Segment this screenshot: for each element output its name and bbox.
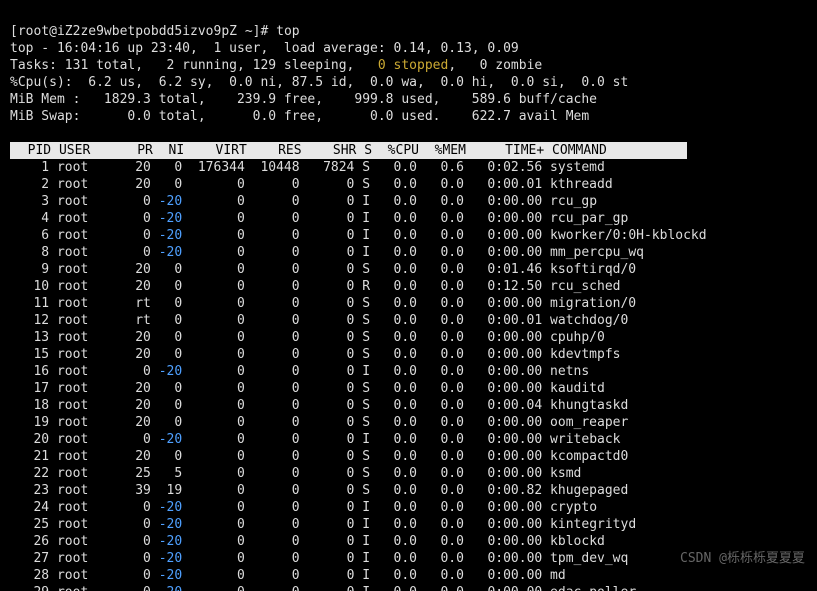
process-row: 8 root 0 -20 0 0 0 I 0.0 0.0 0:00.00 mm_… (10, 245, 644, 260)
process-row: 3 root 0 -20 0 0 0 I 0.0 0.0 0:00.00 rcu… (10, 194, 597, 209)
process-row: 17 root 20 0 0 0 0 S 0.0 0.0 0:00.00 kau… (10, 381, 605, 396)
process-row: 23 root 39 19 0 0 0 S 0.0 0.0 0:00.82 kh… (10, 483, 628, 498)
process-row: 11 root rt 0 0 0 0 S 0.0 0.0 0:00.00 mig… (10, 296, 636, 311)
process-row: 22 root 25 5 0 0 0 S 0.0 0.0 0:00.00 ksm… (10, 466, 581, 481)
process-row: 12 root rt 0 0 0 0 S 0.0 0.0 0:00.01 wat… (10, 313, 628, 328)
process-row: 15 root 20 0 0 0 0 S 0.0 0.0 0:00.00 kde… (10, 347, 620, 362)
process-row: 4 root 0 -20 0 0 0 I 0.0 0.0 0:00.00 rcu… (10, 211, 628, 226)
process-row: 2 root 20 0 0 0 0 S 0.0 0.0 0:00.01 kthr… (10, 177, 613, 192)
summary-tasks: Tasks: 131 total, 2 running, 129 sleepin… (10, 58, 542, 73)
process-row: 10 root 20 0 0 0 0 R 0.0 0.0 0:12.50 rcu… (10, 279, 620, 294)
summary-mem: MiB Mem : 1829.3 total, 239.9 free, 999.… (10, 92, 597, 107)
process-list: 1 root 20 0 176344 10448 7824 S 0.0 0.6 … (10, 159, 807, 591)
process-row: 25 root 0 -20 0 0 0 I 0.0 0.0 0:00.00 ki… (10, 517, 636, 532)
process-row: 19 root 20 0 0 0 0 S 0.0 0.0 0:00.00 oom… (10, 415, 628, 430)
process-row: 29 root 0 -20 0 0 0 I 0.0 0.0 0:00.00 ed… (10, 585, 636, 591)
process-row: 24 root 0 -20 0 0 0 I 0.0 0.0 0:00.00 cr… (10, 500, 597, 515)
prompt-line: [root@iZ2ze9wbetpobdd5izvo9pZ ~]# top (10, 24, 300, 39)
process-row: 28 root 0 -20 0 0 0 I 0.0 0.0 0:00.00 md (10, 568, 566, 583)
terminal-window[interactable]: [root@iZ2ze9wbetpobdd5izvo9pZ ~]# top to… (0, 0, 817, 591)
process-row: 20 root 0 -20 0 0 0 I 0.0 0.0 0:00.00 wr… (10, 432, 621, 447)
summary-cpu: %Cpu(s): 6.2 us, 6.2 sy, 0.0 ni, 87.5 id… (10, 75, 628, 90)
process-row: 1 root 20 0 176344 10448 7824 S 0.0 0.6 … (10, 160, 605, 175)
process-row: 27 root 0 -20 0 0 0 I 0.0 0.0 0:00.00 tp… (10, 551, 628, 566)
process-row: 9 root 20 0 0 0 0 S 0.0 0.0 0:01.46 ksof… (10, 262, 636, 277)
process-row: 18 root 20 0 0 0 0 S 0.0 0.0 0:00.04 khu… (10, 398, 628, 413)
summary-swap: MiB Swap: 0.0 total, 0.0 free, 0.0 used.… (10, 109, 589, 124)
process-row: 21 root 20 0 0 0 0 S 0.0 0.0 0:00.00 kco… (10, 449, 628, 464)
process-row: 13 root 20 0 0 0 0 S 0.0 0.0 0:00.00 cpu… (10, 330, 605, 345)
column-header: PID USER PR NI VIRT RES SHR S %CPU %MEM … (10, 142, 687, 159)
process-row: 6 root 0 -20 0 0 0 I 0.0 0.0 0:00.00 kwo… (10, 228, 707, 243)
process-row: 16 root 0 -20 0 0 0 I 0.0 0.0 0:00.00 ne… (10, 364, 589, 379)
process-row: 26 root 0 -20 0 0 0 I 0.0 0.0 0:00.00 kb… (10, 534, 605, 549)
summary-line-1: top - 16:04:16 up 23:40, 1 user, load av… (10, 41, 519, 56)
